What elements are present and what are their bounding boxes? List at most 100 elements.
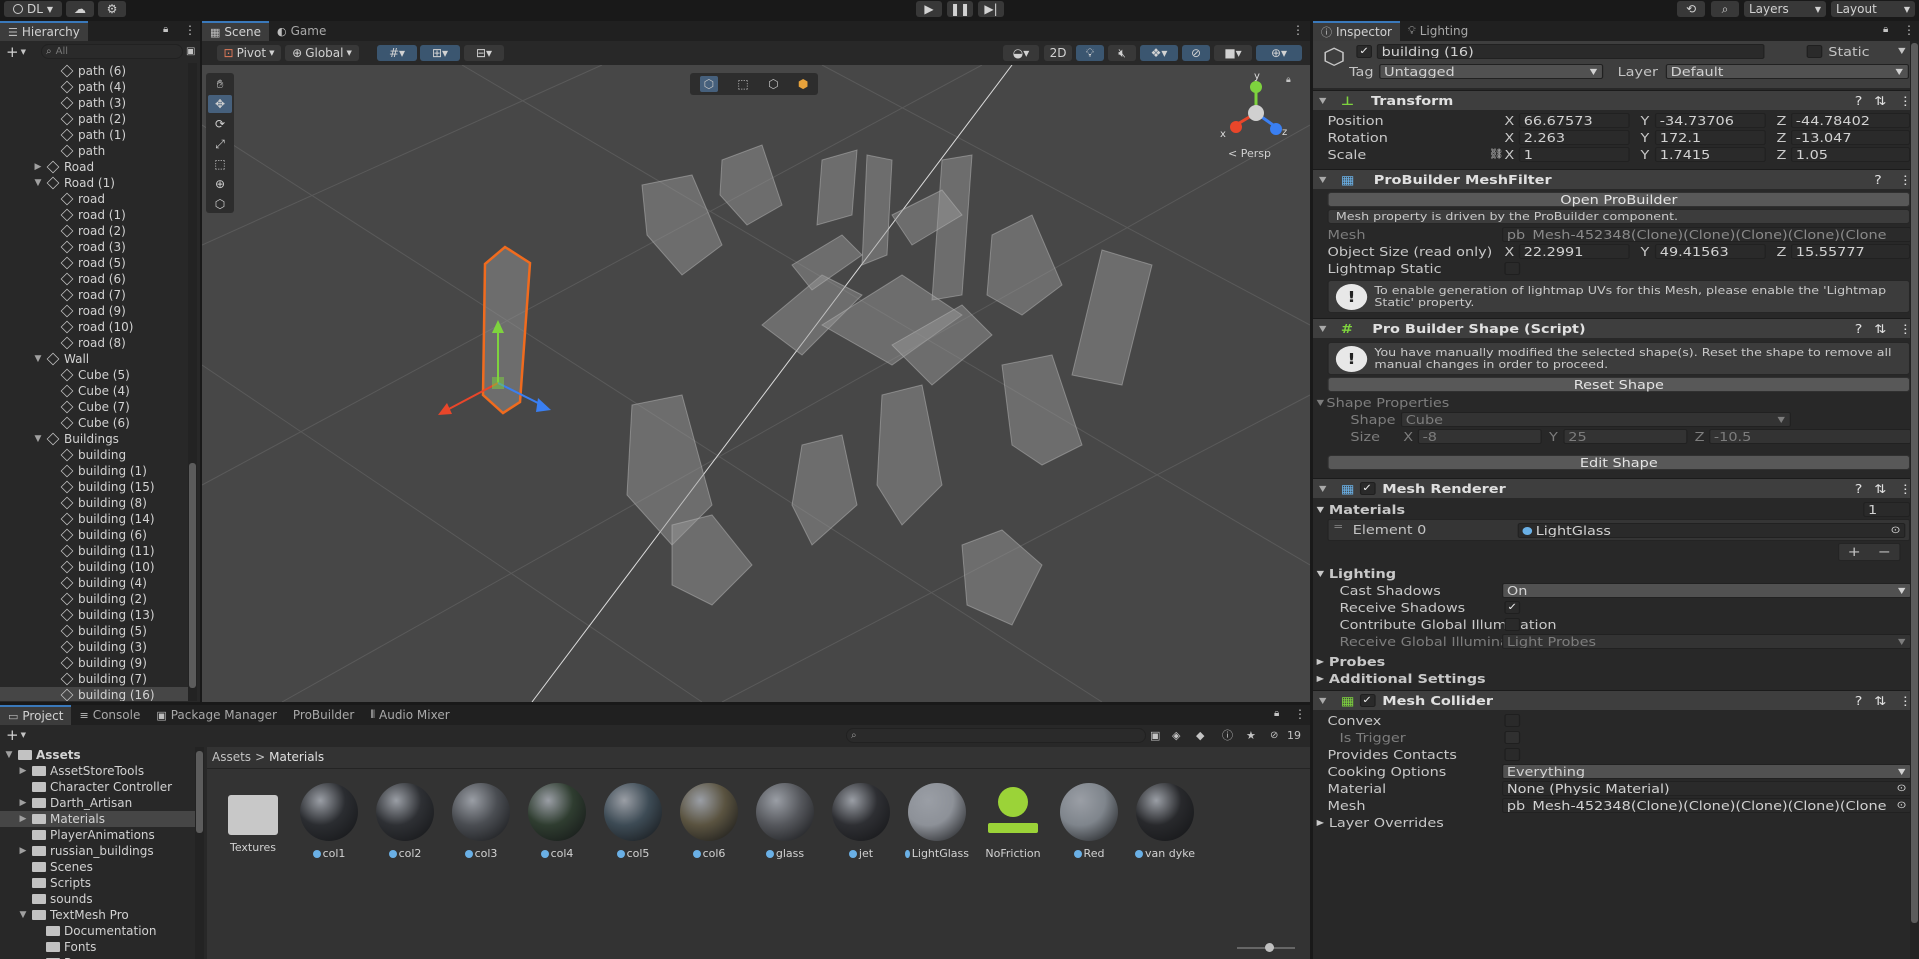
transform-z-field[interactable]: 1.05: [1790, 147, 1911, 162]
hierarchy-item[interactable]: Cube (6): [0, 415, 188, 431]
play-button[interactable]: ▶: [916, 1, 942, 17]
undo-history-button[interactable]: ⟲: [1677, 1, 1705, 17]
chevron-down-icon[interactable]: ▼: [1898, 46, 1905, 55]
mesh-collider-header[interactable]: ▼ ▦ ✓ Mesh Collider ? ⇅ ⋮: [1313, 690, 1913, 710]
hierarchy-item[interactable]: building (9): [0, 655, 188, 671]
chevron-right-icon[interactable]: ▶: [32, 162, 44, 172]
hierarchy-item[interactable]: building (1): [0, 463, 188, 479]
help-icon[interactable]: ?: [1855, 694, 1863, 708]
asset-item[interactable]: NoFriction: [981, 783, 1045, 860]
grid-snap-button[interactable]: #▾: [377, 45, 417, 61]
project-folder-item[interactable]: Character Controller: [0, 779, 195, 795]
preset-icon[interactable]: ⇅: [1874, 322, 1886, 336]
collider-mesh-field[interactable]: pb_Mesh-452348(Clone)(Clone)(Clone)(Clon…: [1502, 798, 1912, 813]
hierarchy-item[interactable]: building (2): [0, 591, 188, 607]
hierarchy-item[interactable]: building (14): [0, 511, 188, 527]
help-icon[interactable]: ?: [1874, 173, 1882, 187]
reset-shape-button[interactable]: Reset Shape: [1327, 377, 1911, 392]
help-icon[interactable]: ?: [1855, 482, 1863, 496]
hierarchy-item[interactable]: path (6): [0, 63, 188, 79]
hierarchy-item[interactable]: road (5): [0, 255, 188, 271]
hierarchy-item[interactable]: path (1): [0, 127, 188, 143]
favorites-icon[interactable]: ★: [1246, 729, 1256, 742]
hierarchy-item[interactable]: building: [0, 447, 188, 463]
hierarchy-item[interactable]: building (7): [0, 671, 188, 687]
breadcrumb-assets[interactable]: Assets: [212, 750, 251, 764]
chevron-down-icon[interactable]: ▼: [21, 48, 26, 56]
receive-shadows-checkbox[interactable]: ✓: [1504, 601, 1521, 614]
layout-dropdown[interactable]: Layout ▼: [1831, 1, 1915, 17]
tab-audio-mixer[interactable]: ⫴ Audio Mixer: [362, 705, 457, 725]
project-folder-item[interactable]: Scripts: [0, 875, 195, 891]
shape-properties-row[interactable]: ▼ Shape Properties: [1313, 394, 1913, 411]
object-mode-icon[interactable]: ⬡: [699, 76, 719, 92]
hierarchy-item[interactable]: path (3): [0, 95, 188, 111]
tab-scene[interactable]: ▦ Scene: [202, 21, 269, 41]
account-dropdown[interactable]: DL ▼: [4, 1, 62, 17]
project-folder-item[interactable]: ▶ AssetStoreTools: [0, 763, 195, 779]
physic-material-field[interactable]: None (Physic Material) ⊙: [1502, 781, 1912, 796]
materials-row[interactable]: ▼ Materials 1: [1313, 501, 1913, 518]
face-mode-icon[interactable]: ⬢: [798, 77, 808, 91]
mesh-renderer-enabled-checkbox[interactable]: ✓: [1359, 482, 1376, 495]
edge-mode-icon[interactable]: ⬡: [768, 77, 778, 91]
increment-snap-button[interactable]: ⊟▾: [464, 45, 504, 61]
transform-header[interactable]: ▼ ⊥ Transform ? ⇅ ⋮: [1313, 90, 1913, 110]
tab-hierarchy[interactable]: ☰ Hierarchy: [0, 21, 88, 41]
mesh-renderer-header[interactable]: ▼ ▦ ✓ Mesh Renderer ? ⇅ ⋮: [1313, 478, 1913, 498]
mesh-collider-enabled-checkbox[interactable]: ✓: [1359, 694, 1376, 707]
chevron-right-icon[interactable]: ▶: [17, 814, 29, 824]
rotate-tool-icon[interactable]: ⟳: [208, 115, 232, 133]
layer-dropdown[interactable]: Default ▼: [1665, 64, 1909, 79]
custom-tool-icon[interactable]: ⬡: [208, 195, 232, 213]
hierarchy-item[interactable]: building (16): [0, 687, 188, 701]
hierarchy-item[interactable]: road (1): [0, 207, 188, 223]
tab-project[interactable]: ▭ Project: [0, 705, 72, 725]
chevron-down-icon[interactable]: ▼: [32, 434, 44, 444]
asset-item[interactable]: col5: [601, 783, 665, 860]
meshfilter-header[interactable]: ▼ ▦ ProBuilder MeshFilter ? ⋮: [1313, 169, 1913, 189]
remove-icon[interactable]: −: [1878, 545, 1891, 560]
audio-toggle[interactable]: 🔇︎: [1108, 45, 1136, 61]
asset-item[interactable]: glass: [753, 783, 817, 860]
shape-header[interactable]: ▼ # Pro Builder Shape (Script) ? ⇅ ⋮: [1313, 318, 1913, 338]
hierarchy-item[interactable]: road (6): [0, 271, 188, 287]
layer-overrides-row[interactable]: ▶ Layer Overrides: [1313, 814, 1913, 831]
info-icon[interactable]: ⓘ: [1222, 727, 1233, 743]
asset-item[interactable]: Red: [1057, 783, 1121, 860]
chevron-right-icon[interactable]: ▶: [17, 766, 29, 776]
hierarchy-item[interactable]: road (3): [0, 239, 188, 255]
lock-icon[interactable]: 🔒︎: [1883, 24, 1888, 35]
edit-shape-button[interactable]: Edit Shape: [1327, 455, 1911, 470]
hierarchy-search-input[interactable]: ⌕ All: [41, 44, 183, 59]
provides-contacts-checkbox[interactable]: [1504, 748, 1521, 761]
step-button[interactable]: ▶|: [978, 1, 1004, 17]
asset-item[interactable]: van dyke: [1133, 783, 1197, 860]
cast-shadows-dropdown[interactable]: On ▼: [1502, 583, 1912, 598]
hierarchy-item[interactable]: road (2): [0, 223, 188, 239]
zoom-slider[interactable]: [1237, 943, 1295, 952]
additional-settings-row[interactable]: ▶ Additional Settings: [1313, 670, 1913, 687]
add-icon[interactable]: +: [1848, 545, 1861, 560]
chevron-down-icon[interactable]: ▼: [17, 910, 29, 920]
transform-x-field[interactable]: 1: [1518, 147, 1630, 162]
hierarchy-item[interactable]: building (15): [0, 479, 188, 495]
hierarchy-item[interactable]: ▼ Road (1): [0, 175, 188, 191]
effects-dropdown[interactable]: ❖▾: [1140, 45, 1178, 61]
active-checkbox[interactable]: ✓: [1356, 45, 1372, 58]
object-picker-icon[interactable]: ⊙: [1896, 783, 1906, 794]
preset-icon[interactable]: ⇅: [1874, 94, 1886, 108]
hierarchy-item[interactable]: road (9): [0, 303, 188, 319]
filter-type-icon[interactable]: ◈: [1172, 729, 1180, 742]
project-folder-item[interactable]: sounds: [0, 891, 195, 907]
grid-visibility-button[interactable]: ⊞▾: [420, 45, 460, 61]
layers-dropdown[interactable]: Layers ▼: [1744, 1, 1826, 17]
asset-item[interactable]: col3: [449, 783, 513, 860]
materials-count-field[interactable]: 1: [1863, 502, 1911, 517]
project-tree-scroll-thumb[interactable]: [196, 751, 203, 833]
lock-icon[interactable]: 🔒︎: [1286, 75, 1291, 85]
drag-handle-icon[interactable]: ═: [1335, 522, 1342, 533]
chevron-down-icon[interactable]: ▼: [21, 731, 26, 739]
tab-package-manager[interactable]: ▣ Package Manager: [148, 705, 285, 725]
help-icon[interactable]: ?: [1855, 94, 1863, 108]
